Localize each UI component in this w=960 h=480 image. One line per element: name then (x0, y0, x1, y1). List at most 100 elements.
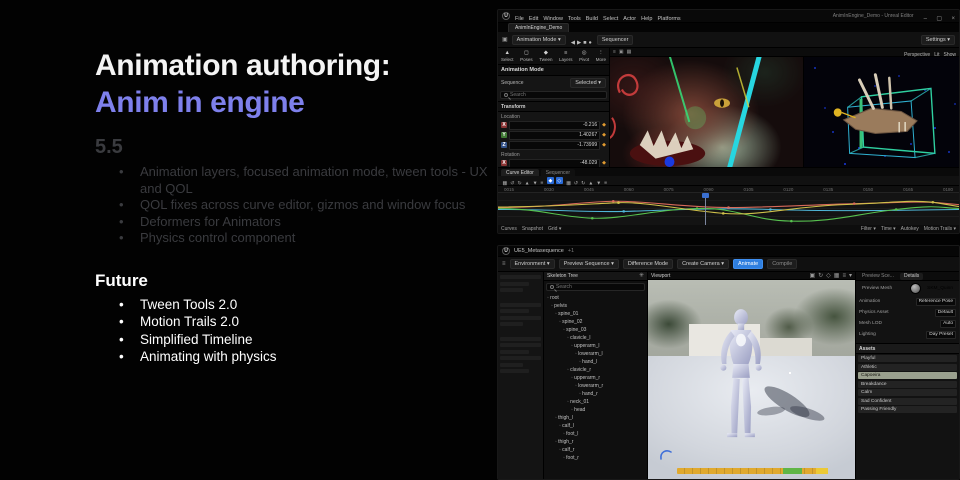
property-value[interactable]: Day Preset (926, 331, 956, 339)
rotation-x-value[interactable]: -48.029 (509, 159, 600, 168)
key-interp-linear-icon[interactable]: ◇ (556, 177, 563, 184)
keyframe-icon[interactable]: ◆ (602, 122, 606, 128)
asset-row[interactable] (500, 337, 541, 341)
bone-tree-item[interactable]: lowerarm_l (544, 350, 647, 358)
status-button[interactable]: Autokey (901, 226, 919, 232)
menu-item[interactable]: Select (603, 16, 618, 22)
transport-icon[interactable]: ■ (583, 40, 586, 46)
toolbar-dropdown[interactable]: Create Camera ▾ (677, 259, 729, 269)
select-tool-button[interactable]: ▲Select (501, 50, 514, 62)
hamburger-icon[interactable]: ≡ (502, 261, 506, 267)
asset-row[interactable] (500, 309, 529, 313)
status-button[interactable]: Curves (501, 226, 517, 232)
bone-tree-item[interactable]: upperarm_r (544, 374, 647, 382)
menu-item[interactable]: Actor (623, 16, 636, 22)
bone-tree-item[interactable]: thigh_l (544, 414, 647, 422)
status-button[interactable]: Filter ▾ (861, 226, 876, 232)
viewport-options-icon[interactable]: ≡ (613, 49, 616, 55)
bone-tree-item[interactable]: hand_l (544, 358, 647, 366)
editor-mode-dropdown[interactable]: Animation Mode ▾ (512, 35, 566, 45)
location-z-value[interactable]: -1.73999 (509, 141, 600, 150)
tween-tool-button[interactable]: ◆Tween (539, 50, 552, 62)
transport-icon[interactable]: ◀ (571, 40, 575, 46)
layers-tool-button[interactable]: ≡Layers (559, 50, 573, 62)
bone-tree-item[interactable]: calf_r (544, 446, 647, 454)
pivot-tool-button[interactable]: ◎Pivot (579, 50, 589, 62)
viewport-pill-icon[interactable]: ▾ (849, 273, 852, 279)
minimize-button[interactable]: – (924, 16, 927, 22)
asset-row[interactable] (500, 316, 541, 320)
animate-button[interactable]: Animate (733, 259, 763, 269)
grid-icon[interactable]: ▦ (627, 49, 632, 55)
key-interp-auto-icon[interactable]: ◆ (547, 177, 554, 184)
bone-tree-item[interactable]: clavicle_r (544, 366, 647, 374)
bone-tree-item[interactable]: upperarm_l (544, 342, 647, 350)
extra-tab-count[interactable]: +1 (568, 248, 574, 254)
asset-list-item[interactable]: Breakdance (858, 381, 957, 388)
toolbar-dropdown[interactable]: Environment ▾ (510, 259, 555, 269)
asset-row[interactable] (500, 369, 529, 373)
preview-scene-tab[interactable]: Preview Sce... (858, 273, 898, 280)
details-tab[interactable]: Details (900, 273, 923, 280)
bone-tree-item[interactable]: pelvis (544, 302, 647, 310)
poses-tool-button[interactable]: ◻Poses (520, 50, 533, 62)
menu-item[interactable]: File (515, 16, 524, 22)
dragon-closeup-viewport[interactable] (610, 57, 804, 167)
status-button[interactable]: Motion Trails ▾ (924, 226, 956, 232)
bone-tree-item[interactable]: spine_01 (544, 310, 647, 318)
assets-section-header[interactable]: Assets (856, 343, 959, 354)
toolbar-dropdown[interactable]: Difference Mode (623, 259, 673, 269)
bone-tree-item[interactable]: head (544, 406, 647, 414)
bone-tree-item[interactable]: spine_03 (544, 326, 647, 334)
menu-item[interactable]: Help (641, 16, 652, 22)
asset-list-item[interactable]: Playful (858, 355, 957, 362)
rotation-group-label[interactable]: Rotation (498, 150, 609, 158)
transport-icon[interactable]: ● (589, 40, 592, 46)
preview-scene[interactable] (648, 280, 855, 479)
asset-list-item[interactable]: Athletic (858, 364, 957, 371)
asset-row[interactable] (500, 350, 529, 354)
viewport-tab[interactable]: Viewport ▣↻◇▦≡▾ (648, 272, 855, 280)
menu-item[interactable]: Platforms (657, 16, 680, 22)
toolbar-dropdown[interactable]: Preview Sequence ▾ (559, 259, 619, 269)
level-tab[interactable]: AnimInEngine_Demo (508, 23, 569, 32)
location-y-value[interactable]: 1.40267 (509, 131, 600, 140)
save-icon[interactable]: ▣ (502, 37, 508, 43)
camera-icon[interactable]: ▣ (619, 49, 624, 55)
asset-list-item[interactable]: Passing Friendly (858, 406, 957, 413)
bone-search-box[interactable]: Search (546, 283, 645, 291)
asset-row[interactable] (500, 275, 541, 279)
bone-tree-item[interactable]: hand_r (544, 390, 647, 398)
menu-item[interactable]: Edit (529, 16, 538, 22)
location-group-label[interactable]: Location (498, 112, 609, 120)
asset-row[interactable] (500, 322, 523, 326)
keyframe-icon[interactable]: ◆ (602, 132, 606, 138)
property-value[interactable]: Reference Pose (916, 298, 956, 306)
status-button[interactable]: Time ▾ (881, 226, 896, 232)
timeline-scrub-bar[interactable] (677, 468, 828, 474)
preview-mesh-value[interactable]: SKM_Quinn (924, 285, 956, 293)
asset-row[interactable] (500, 343, 541, 347)
asset-row[interactable] (500, 356, 541, 360)
viewport-pill-icon[interactable]: ≡ (842, 273, 846, 279)
transport-icon[interactable]: ▶ (577, 40, 581, 46)
bone-tree-item[interactable]: spine_02 (544, 318, 647, 326)
asset-tab[interactable]: UE5_Metasequence (514, 248, 564, 254)
property-value[interactable]: Default (935, 309, 956, 317)
panel-gear-icon[interactable]: ✳ (639, 273, 644, 279)
dragon-perspective-viewport[interactable] (804, 57, 959, 167)
sequencer-button[interactable]: Sequencer (597, 35, 634, 45)
asset-row[interactable] (500, 303, 541, 307)
menu-item[interactable]: Build (586, 16, 598, 22)
bone-tree-item[interactable]: thigh_r (544, 438, 647, 446)
property-value[interactable]: Auto (940, 320, 956, 328)
transform-section-header[interactable]: Transform (498, 101, 609, 112)
details-search-box[interactable]: Search (500, 91, 607, 99)
status-button[interactable]: Grid ▾ (548, 226, 561, 232)
curve-graph[interactable] (498, 193, 959, 225)
skeleton-tree-tab[interactable]: Skeleton Tree ✳ (544, 272, 647, 281)
keyframe-icon[interactable]: ◆ (602, 142, 606, 148)
bone-tree-item[interactable]: foot_r (544, 454, 647, 462)
asset-row[interactable] (500, 288, 523, 292)
asset-row[interactable] (500, 282, 529, 286)
